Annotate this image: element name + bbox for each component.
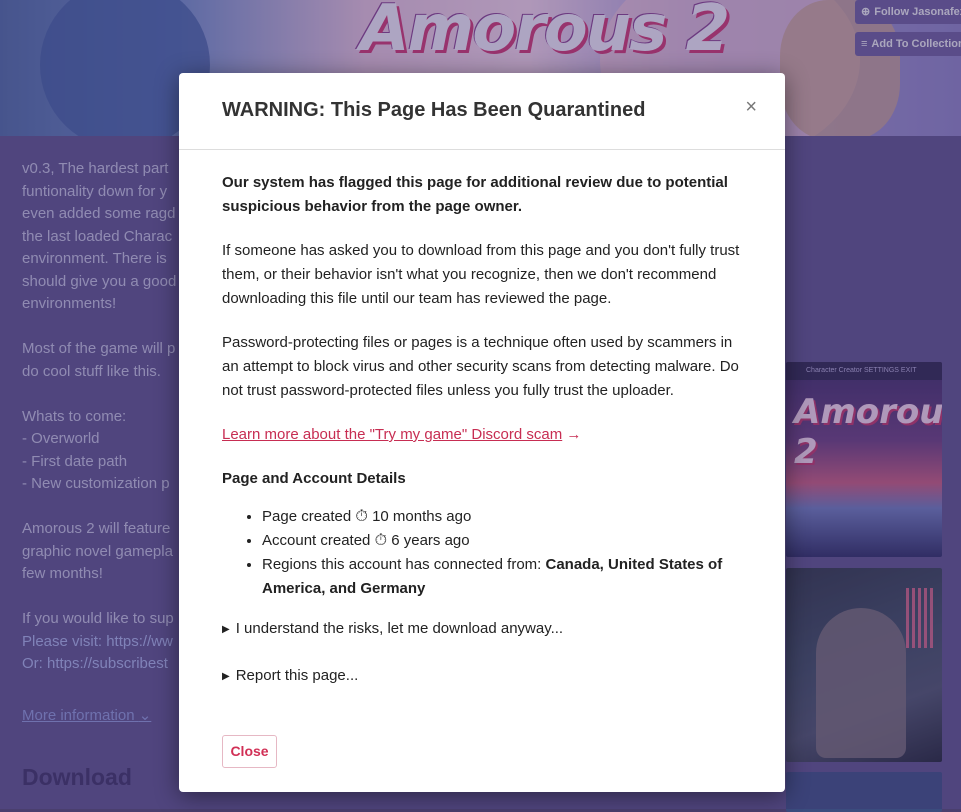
list-item: Page created ⏱ 10 months ago bbox=[262, 505, 742, 529]
triangle-right-icon: ▶ bbox=[222, 624, 230, 635]
details-list: Page created ⏱ 10 months ago Account cre… bbox=[222, 505, 742, 601]
password-paragraph: Password-protecting files or pages is a … bbox=[222, 334, 739, 399]
close-button[interactable]: Close bbox=[222, 735, 277, 768]
flag-notice: Our system has flagged this page for add… bbox=[222, 174, 728, 215]
discord-scam-link[interactable]: Learn more about the "Try my game" Disco… bbox=[222, 426, 562, 443]
arrow-right-icon: → bbox=[566, 426, 582, 443]
details-heading: Page and Account Details bbox=[222, 470, 406, 487]
dialog-header: WARNING: This Page Has Been Quarantined … bbox=[179, 73, 785, 150]
dialog-body: Our system has flagged this page for add… bbox=[222, 171, 742, 711]
scam-info-row: Learn more about the "Try my game" Disco… bbox=[222, 423, 742, 447]
dialog-title: WARNING: This Page Has Been Quarantined bbox=[222, 99, 646, 121]
quarantine-dialog: WARNING: This Page Has Been Quarantined … bbox=[179, 73, 785, 792]
trust-paragraph: If someone has asked you to download fro… bbox=[222, 242, 740, 307]
close-icon[interactable]: × bbox=[745, 97, 757, 117]
list-item: Account created ⏱ 6 years ago bbox=[262, 529, 742, 553]
stopwatch-icon: ⏱ bbox=[355, 508, 368, 525]
triangle-right-icon: ▶ bbox=[222, 671, 230, 682]
stopwatch-icon: ⏱ bbox=[374, 532, 388, 549]
list-item: Regions this account has connected from:… bbox=[262, 553, 742, 601]
download-anyway-toggle[interactable]: ▶ I understand the risks, let me download… bbox=[222, 617, 742, 643]
report-page-toggle[interactable]: ▶ Report this page... bbox=[222, 664, 742, 690]
